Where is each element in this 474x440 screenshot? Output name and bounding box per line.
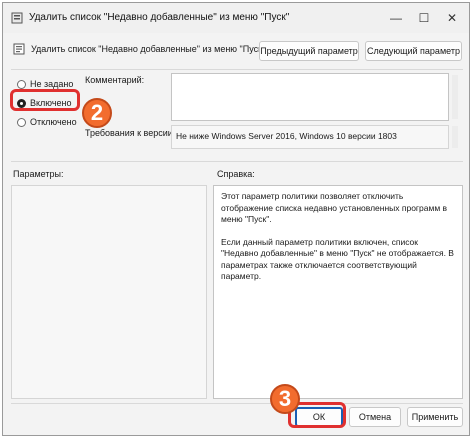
params-label: Параметры: xyxy=(13,169,64,179)
policy-dialog-window: Удалить список "Недавно добавленные" из … xyxy=(2,2,470,436)
header-divider xyxy=(11,69,463,70)
help-label: Справка: xyxy=(217,169,255,179)
radio-not-configured[interactable]: Не задано xyxy=(17,79,73,89)
maximize-button[interactable]: ☐ xyxy=(409,3,439,33)
step-2-badge: 2 xyxy=(82,98,112,128)
supported-field: Не ниже Windows Server 2016, Windows 10 … xyxy=(171,125,449,149)
step-3-badge: 3 xyxy=(270,384,300,414)
setting-icon xyxy=(13,43,25,55)
comment-label: Комментарий: xyxy=(85,75,145,85)
radio-label: Отключено xyxy=(30,117,77,127)
enabled-highlight-ring xyxy=(10,89,80,111)
policy-icon xyxy=(11,12,23,24)
previous-setting-button[interactable]: Предыдущий параметр xyxy=(259,41,359,61)
radio-disabled[interactable]: Отключено xyxy=(17,117,77,127)
middle-divider xyxy=(11,161,463,162)
supported-value: Не ниже Windows Server 2016, Windows 10 … xyxy=(176,131,397,141)
supported-scrollbar[interactable] xyxy=(452,126,458,148)
radio-circle[interactable] xyxy=(17,117,26,127)
radio-circle[interactable] xyxy=(17,79,26,89)
help-paragraph-2: Если данный параметр политики включен, с… xyxy=(221,236,454,282)
comment-scrollbar[interactable] xyxy=(452,75,458,119)
supported-label: Требования к версии: xyxy=(85,128,176,138)
help-paragraph-1: Этот параметр политики позволяет отключи… xyxy=(221,191,448,224)
title-bar[interactable]: Удалить список "Недавно добавленные" из … xyxy=(3,3,469,33)
minimize-button[interactable]: — xyxy=(381,3,411,33)
close-button[interactable]: ✕ xyxy=(437,3,467,33)
next-setting-button[interactable]: Следующий параметр xyxy=(365,41,462,61)
apply-button[interactable]: Применить xyxy=(407,407,463,427)
cancel-button[interactable]: Отмена xyxy=(349,407,401,427)
window-title: Удалить список "Недавно добавленные" из … xyxy=(29,12,290,23)
radio-label: Не задано xyxy=(30,79,74,89)
comment-field[interactable] xyxy=(171,73,449,121)
help-panel: Этот параметр политики позволяет отключи… xyxy=(213,185,463,399)
policy-name: Удалить список "Недавно добавленные" из … xyxy=(31,44,266,54)
footer-divider xyxy=(11,403,463,404)
params-panel xyxy=(11,185,207,399)
